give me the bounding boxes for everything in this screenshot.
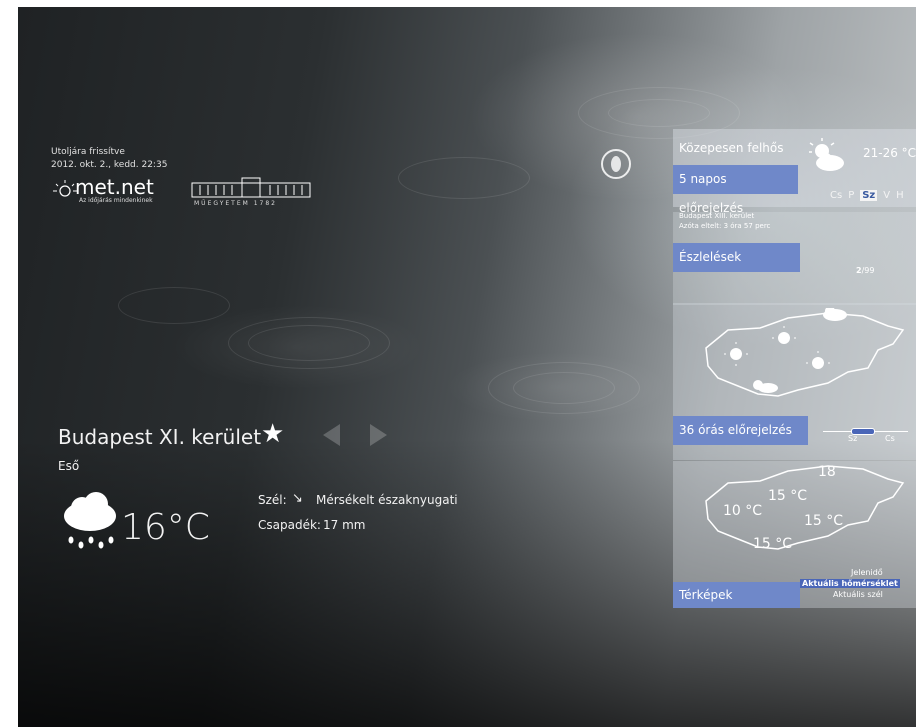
slider-start-label: Sz [848,434,858,443]
precip-label: Csapadék: [258,518,321,532]
rain-cloud-icon [64,492,116,549]
temperature-value: 16°C [121,507,210,548]
day-p[interactable]: P [848,190,854,201]
bme-subtitle: MŰEGYETEM 1782 [194,200,277,207]
last-updated-label: Utoljára frissítve [51,147,125,157]
weather-app: Utoljára frissítve 2012. okt. 2., kedd. … [18,7,916,727]
rain-ring [398,157,530,199]
wind-value: Mérsékelt északnyugati [316,493,458,507]
map-temp-2: 15 °C [768,488,808,504]
obs-page-indicator: 2/99 [856,266,874,275]
arrow-down-right-icon: ↘ [292,491,303,506]
arrow-right-icon[interactable] [370,424,387,446]
bme-logo[interactable]: MŰEGYETEM 1782 [190,177,315,209]
map-option-wind[interactable]: Aktuális szél [833,590,883,599]
map-temp-3: 10 °C [723,503,763,519]
maps-tile[interactable]: 18 15 °C 10 °C 15 °C 15 °C Térképek Jele… [673,461,916,608]
partly-cloudy-icon [809,138,844,171]
time-slider[interactable] [823,427,908,441]
omet-logo[interactable]: met.net Az időjárás mindenkinek [53,175,178,209]
logo-subtitle: Az időjárás mindenkinek [79,197,153,204]
rain-ring [513,372,615,404]
forecast-36h-label[interactable]: 36 órás előrejelzés [673,416,808,445]
precip-value: 17 mm [323,518,366,532]
sun-logo-icon [53,180,77,197]
observations-label[interactable]: Észlelések [673,243,800,272]
condition-text: Eső [58,459,80,473]
day-v[interactable]: V [883,190,890,201]
forecast-condition: Közepesen felhős [679,141,784,155]
rain-ring [248,325,370,361]
hungary-forecast-map [705,308,905,397]
maps-label[interactable]: Térképek [673,582,800,608]
map-option-current[interactable]: Jelenidő [851,568,883,577]
wind-label: Szél: [258,493,287,507]
last-updated-value: 2012. okt. 2., kedd. 22:35 [51,160,168,170]
arrow-left-icon[interactable] [323,424,340,446]
location-title: Budapest XI. kerület [58,425,262,449]
day-sz[interactable]: Sz [860,190,878,201]
forecast-temp-range: 21-26 °C [863,146,916,160]
observations-tile[interactable]: Budapest XIII. kerület Azóta eltelt: 3 ó… [673,212,916,305]
day-selector: Cs P Sz V H [830,183,910,202]
map-temp-1: 18 [818,464,836,480]
obs-station: Budapest XIII. kerület [679,212,755,220]
building-icon [191,177,311,198]
logo-text: met.net [75,175,154,199]
star-icon[interactable]: ★ [261,419,284,449]
day-cs[interactable]: Cs [830,190,842,201]
slider-end-label: Cs [885,434,895,443]
map-option-temperature[interactable]: Aktuális hőmérséklet [800,579,900,588]
day-h[interactable]: H [896,190,904,201]
forecast-5day-tile[interactable]: Közepesen felhős 21-26 °C 5 napos előrej… [673,129,916,215]
rain-ring [118,287,230,324]
obs-elapsed: Azóta eltelt: 3 óra 57 perc [679,222,771,230]
rain-ring [608,99,710,127]
map-temp-4: 15 °C [804,513,844,529]
forecast-36h-tile[interactable]: 36 órás előrejelzés Sz Cs [673,303,916,460]
forecast-5day-label[interactable]: 5 napos előrejelzés [673,165,798,215]
page-total: /99 [861,266,875,275]
map-temp-5: 15 °C [753,536,793,552]
face-icon[interactable] [601,149,631,179]
